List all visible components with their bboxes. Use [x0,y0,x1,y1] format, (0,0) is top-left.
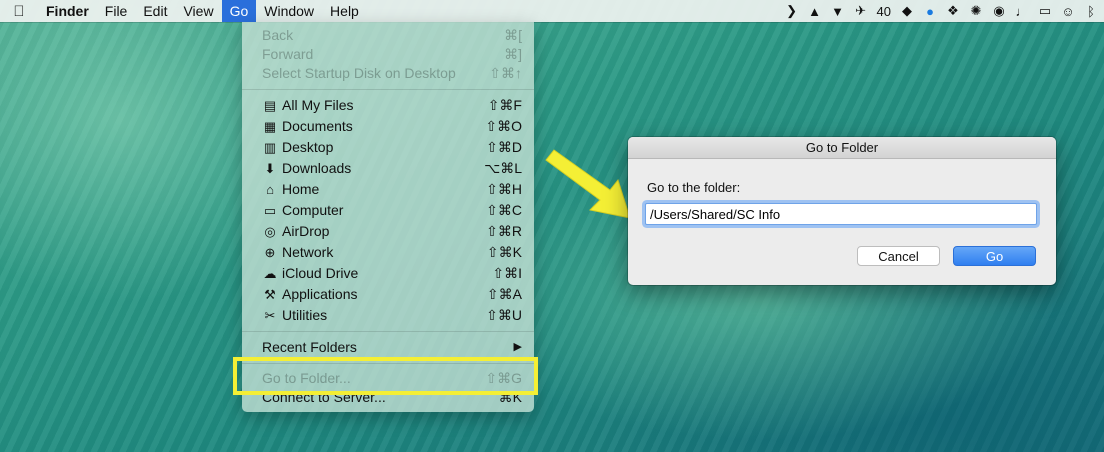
go-to-folder-dialog: Go to Folder Go to the folder: Cancel Go [628,137,1056,285]
pointer-arrow-icon [545,149,631,219]
documents-icon: ▦ [263,119,277,134]
menu-help[interactable]: Help [322,0,367,22]
menu-item-airdrop[interactable]: ◎ AirDrop ⇧⌘R [242,221,534,242]
menu-item-documents[interactable]: ▦ Documents ⇧⌘O [242,116,534,137]
menu-item-desktop[interactable]: ▥ Desktop ⇧⌘D [242,137,534,158]
menu-view[interactable]: View [175,0,221,22]
highlight-box [233,357,538,395]
menu-edit[interactable]: Edit [135,0,175,22]
menu-item-select-startup-disk[interactable]: Select Startup Disk on Desktop ⇧⌘↑ [242,63,534,84]
bucket-icon[interactable]: ▼ [831,4,845,19]
menu-item-all-my-files[interactable]: ▤ All My Files ⇧⌘F [242,95,534,116]
menu-item-applications[interactable]: ⚒ Applications ⇧⌘A [242,284,534,305]
dropbox-icon[interactable]: ❖ [946,3,960,19]
menu-item-computer[interactable]: ▭ Computer ⇧⌘C [242,200,534,221]
cloud-icon: ☁ [263,266,277,281]
menu-item-downloads[interactable]: ⬇ Downloads ⌥⌘L [242,158,534,179]
applications-icon: ⚒ [264,287,276,302]
files-icon: ▤ [263,98,277,113]
airdrop-icon: ◎ [264,224,276,239]
dialog-prompt: Go to the folder: [647,180,741,195]
menu-item-forward[interactable]: Forward ⌘] [242,44,534,65]
menu-item-back[interactable]: Back ⌘[ [242,25,534,46]
home-icon: ⌂ [266,182,274,197]
downloads-icon: ⬇ [264,161,276,176]
submenu-arrow-icon: ▶ [513,341,522,353]
airplay-icon[interactable]: ▭ [1038,3,1052,19]
chevron-right-icon[interactable]: ❯ [785,3,799,19]
status-area: ❯ ▲ ▼ ✈ 40 ◆ ● ❖ ✺ ◉ ♩ ▭ ☺ ᛒ [785,0,1098,22]
app-menu-finder[interactable]: Finder [38,0,97,22]
go-menu-dropdown: Back ⌘[ Forward ⌘] Select Startup Disk o… [242,22,534,412]
menu-window[interactable]: Window [256,0,322,22]
utilities-icon: ✂ [264,308,276,323]
menu-file[interactable]: File [97,0,136,22]
desktop-icon: ▥ [263,140,277,155]
shield-icon[interactable]: ◉ [992,3,1006,19]
paper-plane-icon[interactable]: ✈ [854,3,868,19]
menu-bar:  Finder File Edit View Go Window Help ❯… [0,0,1104,22]
sync-icon[interactable]: ● [923,4,937,19]
folder-path-input[interactable] [645,203,1037,225]
hat-icon[interactable]: ▲ [808,4,822,19]
accessibility-icon[interactable]: ☺ [1061,4,1075,19]
menu-separator [242,331,534,332]
go-button[interactable]: Go [953,246,1036,266]
apple-menu-icon[interactable]:  [0,3,38,20]
menu-item-utilities[interactable]: ✂ Utilities ⇧⌘U [242,305,534,326]
menu-item-recent-folders[interactable]: Recent Folders ▶ [242,337,534,358]
bluetooth-icon[interactable]: ᛒ [1084,4,1098,19]
dialog-title[interactable]: Go to Folder [628,137,1056,159]
computer-icon: ▭ [263,203,277,218]
menu-item-icloud-drive[interactable]: ☁ iCloud Drive ⇧⌘I [242,263,534,284]
menu-separator [242,89,534,90]
microphone-icon[interactable]: ♩ [1015,4,1029,19]
bell-icon[interactable]: ◆ [900,3,914,19]
network-icon: ⊕ [264,245,276,260]
menu-item-home[interactable]: ⌂ Home ⇧⌘H [242,179,534,200]
menu-go[interactable]: Go [221,0,257,22]
gear-icon[interactable]: ✺ [969,3,983,19]
status-badge: 40 [876,3,891,19]
menu-item-network[interactable]: ⊕ Network ⇧⌘K [242,242,534,263]
cancel-button[interactable]: Cancel [857,246,940,266]
